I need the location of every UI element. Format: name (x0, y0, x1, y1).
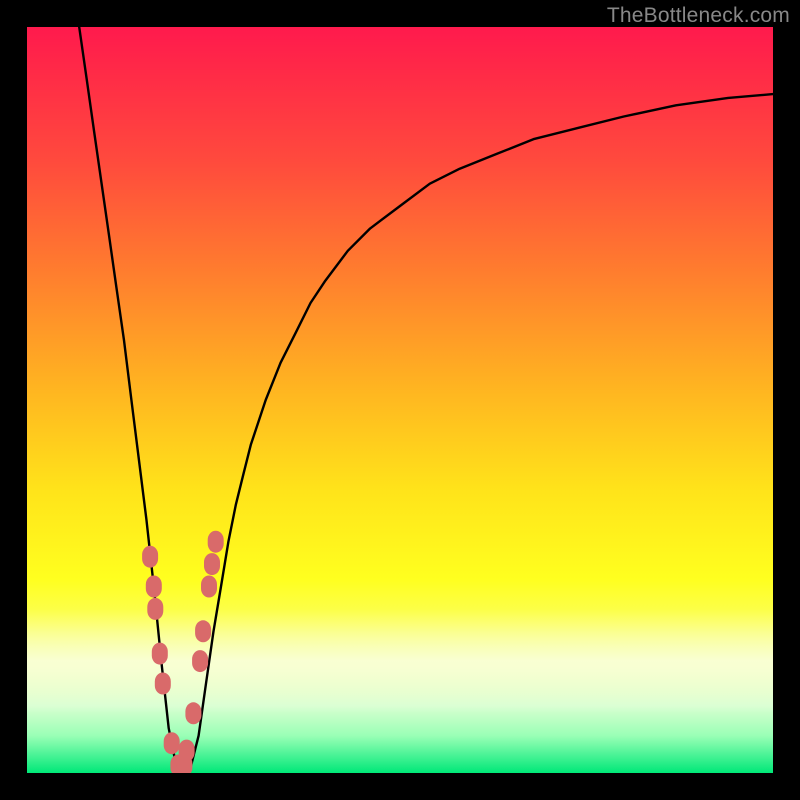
marker-dot (192, 650, 208, 672)
bottleneck-curve (79, 27, 773, 773)
marker-dot (208, 531, 224, 553)
chart-frame: TheBottleneck.com (0, 0, 800, 800)
marker-dot (142, 546, 158, 568)
marker-dot (201, 576, 217, 598)
plot-area (27, 27, 773, 773)
watermark-text: TheBottleneck.com (607, 4, 790, 28)
curve-layer (27, 27, 773, 773)
marker-dot (164, 732, 180, 754)
marker-dot (204, 553, 220, 575)
marker-dot (185, 702, 201, 724)
marker-dot (152, 643, 168, 665)
marker-dot (147, 598, 163, 620)
marker-dot (146, 576, 162, 598)
marker-dot (155, 673, 171, 695)
marker-dot (195, 620, 211, 642)
marker-dot (179, 740, 195, 762)
